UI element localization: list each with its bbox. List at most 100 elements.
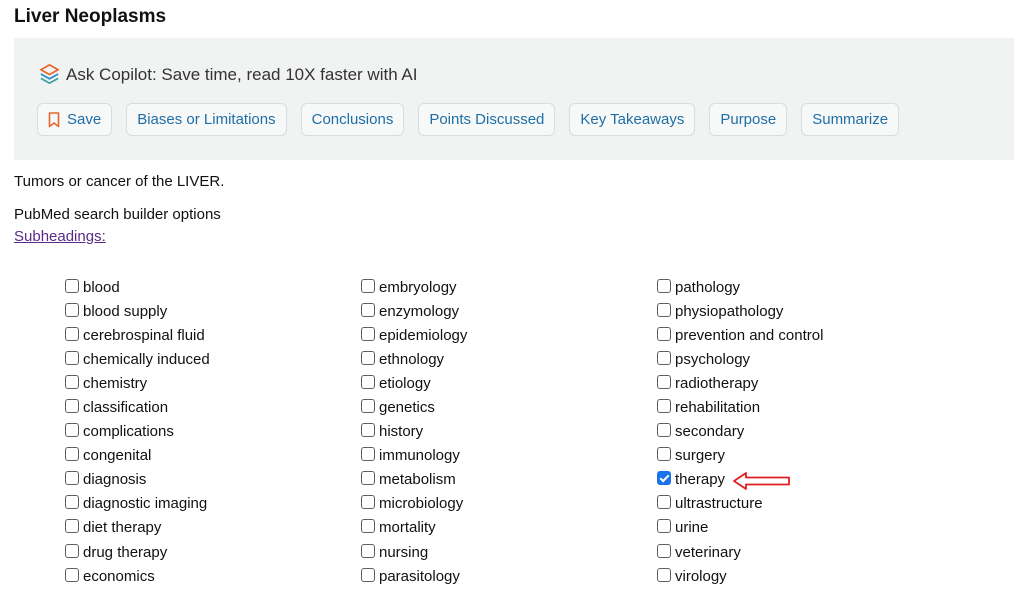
- subheading-label[interactable]: microbiology: [379, 495, 463, 512]
- subheading-checkbox[interactable]: [361, 543, 375, 558]
- subheading-checkbox[interactable]: [65, 471, 79, 486]
- subheading-label[interactable]: blood supply: [83, 303, 167, 320]
- subheading-checkbox[interactable]: [65, 350, 79, 365]
- biases-or-limitations-button[interactable]: Biases or Limitations: [126, 103, 287, 136]
- subheading-label[interactable]: economics: [83, 568, 155, 585]
- subheading-checkbox[interactable]: [657, 302, 671, 317]
- subheading-checkbox[interactable]: [65, 302, 79, 317]
- subheading-checkbox[interactable]: [65, 447, 79, 462]
- subheading-label[interactable]: physiopathology: [675, 303, 783, 320]
- subheading-label[interactable]: nursing: [379, 544, 428, 561]
- subheading-checkbox[interactable]: [65, 278, 79, 293]
- subheading-checkbox[interactable]: [65, 495, 79, 510]
- subheading-label[interactable]: etiology: [379, 375, 431, 392]
- subheading-label[interactable]: diagnosis: [83, 471, 146, 488]
- subheading-label[interactable]: ultrastructure: [675, 495, 763, 512]
- subheading-label[interactable]: metabolism: [379, 471, 456, 488]
- subheading-option: chemistry: [65, 371, 210, 395]
- save-button[interactable]: Save: [37, 103, 113, 136]
- subheading-checkbox[interactable]: [657, 495, 671, 510]
- subheading-label[interactable]: blood: [83, 279, 120, 296]
- subheading-checkbox[interactable]: [657, 471, 671, 486]
- subheading-label[interactable]: classification: [83, 399, 168, 416]
- subheading-label[interactable]: pathology: [675, 279, 740, 296]
- subheading-label[interactable]: chemically induced: [83, 351, 210, 368]
- search-builder-label: PubMed search builder options: [14, 206, 221, 223]
- subheading-checkbox[interactable]: [657, 519, 671, 534]
- subheading-checkbox[interactable]: [361, 326, 375, 341]
- subheading-label[interactable]: chemistry: [83, 375, 147, 392]
- subheading-option: diet therapy: [65, 516, 210, 540]
- subheading-label[interactable]: psychology: [675, 351, 750, 368]
- subheading-label[interactable]: epidemiology: [379, 327, 467, 344]
- subheading-checkbox[interactable]: [65, 399, 79, 414]
- subheading-label[interactable]: virology: [675, 568, 727, 585]
- subheading-label[interactable]: rehabilitation: [675, 399, 760, 416]
- subheading-label[interactable]: ethnology: [379, 351, 444, 368]
- subheading-label[interactable]: therapy: [675, 471, 725, 488]
- subheading-label[interactable]: mortality: [379, 519, 436, 536]
- subheading-checkbox[interactable]: [657, 399, 671, 414]
- subheading-checkbox[interactable]: [361, 471, 375, 486]
- subheading-label[interactable]: surgery: [675, 447, 725, 464]
- purpose-button[interactable]: Purpose: [709, 103, 788, 136]
- subheading-checkbox[interactable]: [657, 423, 671, 438]
- subheading-label[interactable]: complications: [83, 423, 174, 440]
- subheading-label[interactable]: secondary: [675, 423, 744, 440]
- key-takeaways-button[interactable]: Key Takeaways: [569, 103, 696, 136]
- subheading-label[interactable]: history: [379, 423, 423, 440]
- subheading-checkbox[interactable]: [361, 374, 375, 389]
- conclusions-button[interactable]: Conclusions: [300, 103, 405, 136]
- subheading-label[interactable]: diet therapy: [83, 519, 161, 536]
- subheading-option: secondary: [657, 420, 823, 444]
- subheading-checkbox[interactable]: [657, 350, 671, 365]
- subheading-checkbox[interactable]: [65, 423, 79, 438]
- save-button-label: Save: [67, 111, 102, 128]
- subheading-label[interactable]: urine: [675, 519, 708, 536]
- subheading-label[interactable]: enzymology: [379, 303, 459, 320]
- subheading-checkbox[interactable]: [657, 278, 671, 293]
- subheading-checkbox[interactable]: [657, 567, 671, 582]
- subheading-label[interactable]: veterinary: [675, 544, 741, 561]
- subheading-label[interactable]: genetics: [379, 399, 435, 416]
- subheading-checkbox[interactable]: [657, 543, 671, 558]
- summarize-button[interactable]: Summarize: [801, 103, 900, 136]
- subheading-checkbox[interactable]: [361, 278, 375, 293]
- subheading-checkbox[interactable]: [657, 326, 671, 341]
- subheading-checkbox[interactable]: [361, 567, 375, 582]
- subheading-checkbox[interactable]: [361, 302, 375, 317]
- subheading-checkbox[interactable]: [65, 374, 79, 389]
- subheading-option: enzymology: [361, 299, 467, 323]
- subheading-checkbox[interactable]: [65, 519, 79, 534]
- subheading-checkbox[interactable]: [65, 326, 79, 341]
- subheading-label[interactable]: immunology: [379, 447, 460, 464]
- subheading-option: metabolism: [361, 468, 467, 492]
- subheading-checkbox[interactable]: [361, 519, 375, 534]
- subheading-checkbox[interactable]: [361, 350, 375, 365]
- subheading-checkbox[interactable]: [65, 543, 79, 558]
- subheading-checkbox[interactable]: [65, 567, 79, 582]
- subheading-label[interactable]: cerebrospinal fluid: [83, 327, 205, 344]
- subheading-label[interactable]: diagnostic imaging: [83, 495, 207, 512]
- subheading-option: pathology: [657, 275, 823, 299]
- subheading-checkbox[interactable]: [361, 423, 375, 438]
- subheading-option: rehabilitation: [657, 395, 823, 419]
- subheading-label[interactable]: parasitology: [379, 568, 460, 585]
- subheading-option: microbiology: [361, 492, 467, 516]
- subheading-label[interactable]: drug therapy: [83, 544, 167, 561]
- subheading-checkbox[interactable]: [657, 374, 671, 389]
- subheading-label[interactable]: embryology: [379, 279, 457, 296]
- subheading-option: complications: [65, 420, 210, 444]
- subheading-label[interactable]: radiotherapy: [675, 375, 758, 392]
- points-discussed-button[interactable]: Points Discussed: [418, 103, 556, 136]
- subheading-checkbox[interactable]: [361, 447, 375, 462]
- subheading-option: immunology: [361, 444, 467, 468]
- subheading-option: blood: [65, 275, 210, 299]
- subheading-label[interactable]: prevention and control: [675, 327, 823, 344]
- subheading-label[interactable]: congenital: [83, 447, 151, 464]
- subheading-checkbox[interactable]: [657, 447, 671, 462]
- subheadings-link[interactable]: Subheadings:: [14, 228, 106, 245]
- bookmark-icon: [48, 111, 60, 128]
- subheading-checkbox[interactable]: [361, 495, 375, 510]
- subheading-checkbox[interactable]: [361, 399, 375, 414]
